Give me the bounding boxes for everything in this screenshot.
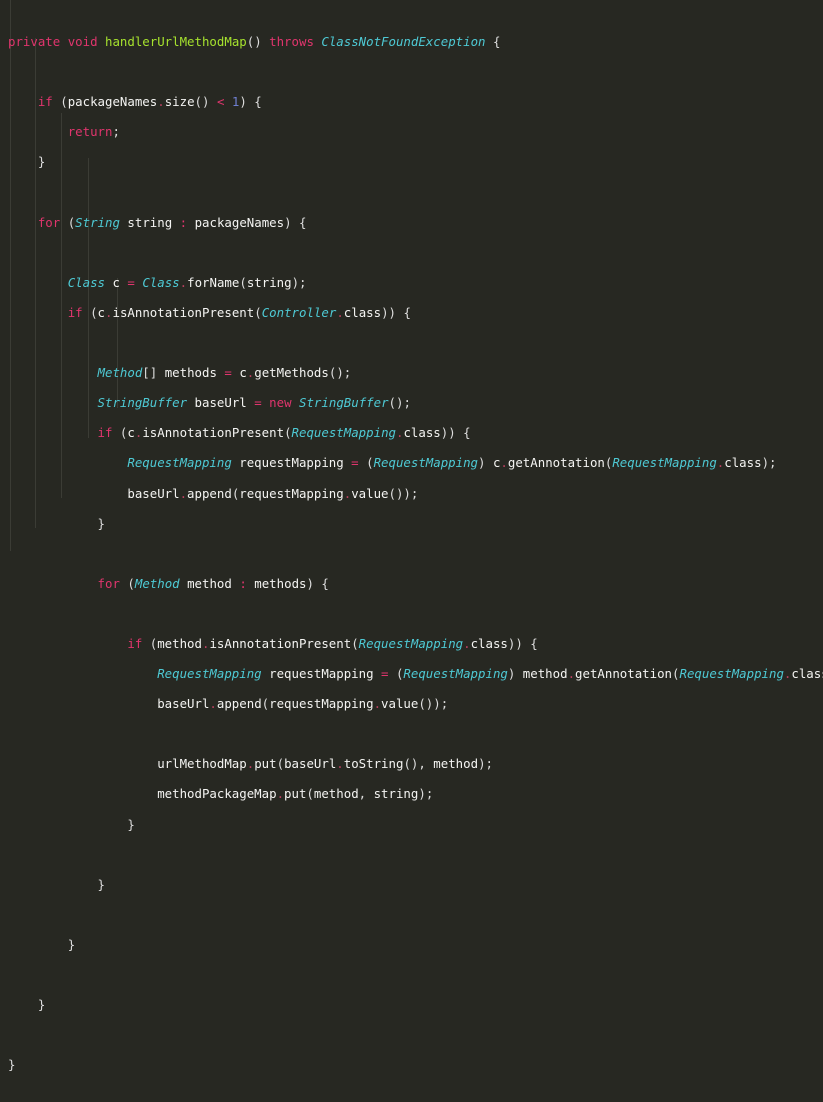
code-line: urlMethodMap.put(baseUrl.toString(), met… xyxy=(157,756,493,772)
code-line: } xyxy=(8,1057,16,1073)
code-line: return; xyxy=(67,124,120,140)
code-line: baseUrl.append(requestMapping.value()); xyxy=(157,696,449,712)
code-line: Method[] methods = c.getMethods(); xyxy=(97,365,352,381)
code-line: } xyxy=(67,936,76,952)
code-line: for (Method method : methods) { xyxy=(97,575,329,591)
code-line: StringBuffer baseUrl = new StringBuffer(… xyxy=(97,395,411,411)
code-line: if (c.isAnnotationPresent(RequestMapping… xyxy=(97,425,471,441)
code-line: for (String string : packageNames) { xyxy=(37,214,307,230)
code-line: } xyxy=(37,154,46,170)
code-line: } xyxy=(127,816,135,832)
source-code-block[interactable]: private void handlerUrlMethodMap() throw… xyxy=(0,4,823,1102)
code-editor-pane[interactable]: private void handlerUrlMethodMap() throw… xyxy=(0,0,823,1072)
code-line: RequestMapping requestMapping = (Request… xyxy=(127,455,777,471)
code-line: if (c.isAnnotationPresent(Controller.cla… xyxy=(67,304,411,320)
code-line: } xyxy=(97,515,105,531)
code-line: baseUrl.append(requestMapping.value()); xyxy=(127,485,419,501)
code-line: private void handlerUrlMethodMap() throw… xyxy=(8,34,501,50)
code-line: } xyxy=(97,876,105,892)
code-line: if (method.isAnnotationPresent(RequestMa… xyxy=(127,635,538,651)
code-line: } xyxy=(37,997,46,1013)
code-line: if (packageNames.size() < 1) { xyxy=(37,94,262,110)
code-line: Class c = Class.forName(string); xyxy=(67,274,307,290)
code-line: methodPackageMap.put(method, string); xyxy=(157,786,434,802)
code-line: RequestMapping requestMapping = (Request… xyxy=(157,666,823,682)
